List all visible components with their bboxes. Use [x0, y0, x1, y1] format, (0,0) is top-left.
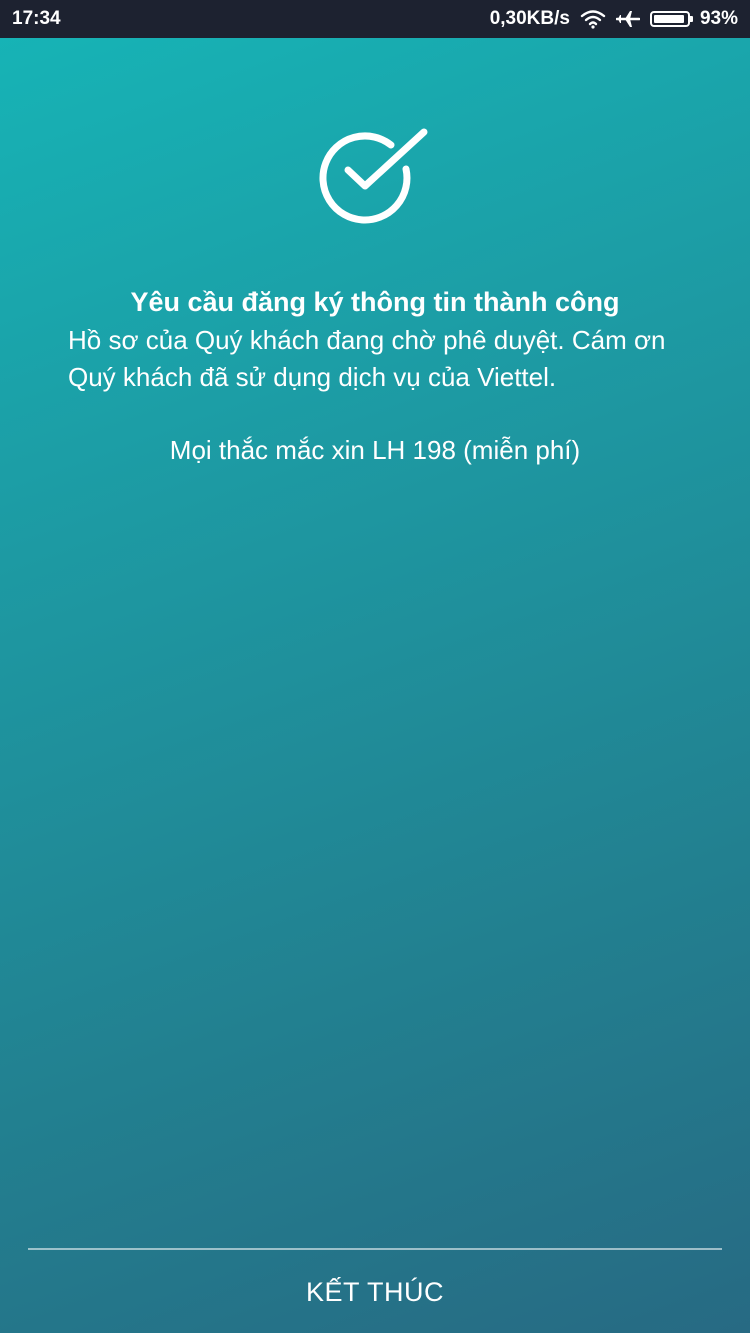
battery-fill — [653, 15, 684, 23]
finish-button[interactable]: KẾT THÚC — [0, 1252, 750, 1333]
wifi-icon — [580, 9, 606, 29]
success-message: Hồ sơ của Quý khách đang chờ phê duyệt. … — [68, 325, 666, 392]
battery-percent: 93% — [699, 8, 738, 29]
hotline-text: Mọi thắc mắc xin LH 198 (miễn phí) — [169, 435, 581, 465]
airplane-mode-icon — [615, 9, 640, 29]
success-title: Yêu cầu đăng ký thông tin thành công — [130, 287, 620, 317]
status-bar: 17:34 0,30KB/s 93% — [0, 0, 750, 38]
status-time: 17:34 — [12, 8, 61, 29]
footer-divider — [28, 1248, 722, 1250]
battery-icon — [649, 11, 693, 27]
status-indicators: 0,30KB/s 93% — [490, 8, 738, 30]
check-circle-icon — [319, 128, 428, 224]
network-speed: 0,30KB/s — [489, 8, 570, 29]
